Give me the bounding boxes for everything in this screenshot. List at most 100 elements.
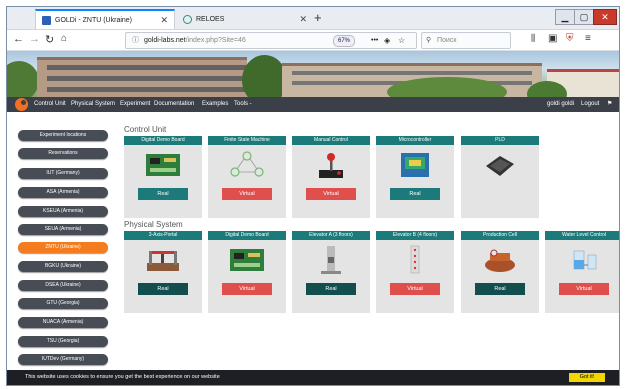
header-banner-image	[7, 51, 619, 97]
sidebar-item-reservations[interactable]: Reservations	[18, 148, 108, 159]
search-input[interactable]: ⚲ Поиск	[421, 32, 511, 49]
tab-reloes[interactable]: RELOES ✕	[177, 9, 313, 29]
joystick-icon	[319, 153, 343, 178]
minimize-button[interactable]: ▁	[555, 9, 575, 25]
user-name[interactable]: goldi goldi	[547, 97, 574, 112]
menu-control-unit[interactable]: Control Unit	[34, 97, 66, 112]
tab-title: GOLDi - ZNTU (Ukraine)	[55, 16, 133, 24]
sidebar-item-bgku[interactable]: BGKU (Ukraine)	[18, 261, 108, 272]
tab-title: RELOES	[196, 15, 225, 23]
reloes-favicon-icon	[183, 14, 192, 24]
url-text: goldi-labs.net/index.php?Site=46	[144, 37, 246, 44]
card-title: 3-Axis-Portal	[124, 231, 202, 240]
goldi-logo-icon[interactable]	[15, 98, 28, 111]
maximize-button[interactable]: ▢	[574, 9, 594, 25]
card-title: Digital Demo Board	[124, 136, 202, 145]
card-digital-demo-board[interactable]: Digital Demo Board Real	[124, 136, 202, 218]
real-button[interactable]: Real	[306, 283, 356, 295]
sidebar-item-iut[interactable]: IUT (Germany)	[18, 168, 108, 179]
menu-tools[interactable]: Tools -	[234, 97, 252, 112]
card-production-cell[interactable]: Production Cell Real	[461, 231, 539, 313]
sidebar-item-gtu[interactable]: GTU (Georgia)	[18, 298, 108, 309]
card-title: Finite State Machine	[208, 136, 286, 145]
real-button[interactable]: Real	[138, 283, 188, 295]
card-manual-control[interactable]: Manual Control Virtual	[292, 136, 370, 218]
sidebar-item-asa[interactable]: ASA (Armenia)	[18, 187, 108, 198]
search-icon: ⚲	[426, 37, 432, 44]
sidebar-item-nuaca[interactable]: NUACA (Armenia)	[18, 317, 108, 328]
new-tab-icon[interactable]: +	[314, 10, 322, 25]
card-title: PLD	[461, 136, 539, 145]
card-elevator-b[interactable]: Elevator B (4 floors) Virtual	[376, 231, 454, 313]
cookie-banner: This website uses cookies to ensure you …	[7, 370, 619, 385]
back-icon[interactable]: ←	[13, 33, 24, 45]
got-it-button[interactable]: Got it!	[569, 373, 605, 382]
card-elevator-a[interactable]: Elevator A (3 floors) Real	[292, 231, 370, 313]
state-diagram-icon	[230, 151, 264, 177]
virtual-button[interactable]: Virtual	[390, 283, 440, 295]
card-title: Production Cell	[461, 231, 539, 240]
zoom-level[interactable]: 67%	[333, 35, 356, 47]
sidebar-item-tsu[interactable]: TSU (Georgia)	[18, 336, 108, 347]
sidebar-toggle-icon[interactable]: ▣	[548, 33, 557, 44]
circuit-board-icon	[230, 249, 264, 271]
card-pld[interactable]: PLD	[461, 136, 539, 218]
real-button[interactable]: Real	[475, 283, 525, 295]
circuit-board-icon	[146, 154, 180, 176]
card-title: Elevator B (4 floors)	[376, 231, 454, 240]
close-tab-icon[interactable]: ✕	[299, 14, 307, 25]
virtual-button[interactable]: Virtual	[559, 283, 609, 295]
card-title: Digital Demo Board	[208, 231, 286, 240]
control-unit-heading: Control Unit	[124, 125, 167, 134]
navigation-bar: ← → ↻ ⌂ ⓘ goldi-labs.net/index.php?Site=…	[7, 30, 619, 51]
card-title: Microcontroller	[376, 136, 454, 145]
menu-physical-system[interactable]: Physical System	[71, 97, 115, 112]
virtual-button[interactable]: Virtual	[222, 283, 272, 295]
virtual-button[interactable]: Virtual	[306, 188, 356, 200]
logout-link[interactable]: Logout	[581, 97, 599, 112]
portal-robot-icon	[147, 251, 179, 271]
sidebar-item-zntu[interactable]: ZNTU (Ukraine)	[18, 242, 108, 253]
cookie-message: This website uses cookies to ensure you …	[25, 374, 220, 380]
tab-goldi-zntu[interactable]: GOLDi - ZNTU (Ukraine) ✕	[35, 9, 175, 29]
water-tank-icon	[573, 250, 597, 270]
sidebar-item-iutdev[interactable]: IUTDev (Germany)	[18, 354, 108, 365]
menu-examples[interactable]: Examples	[202, 97, 228, 112]
menu-experiment[interactable]: Experiment	[120, 97, 150, 112]
card-water-level-control[interactable]: Water Level Control Virtual	[545, 231, 619, 313]
card-digital-demo-board-physical[interactable]: Digital Demo Board Virtual	[208, 231, 286, 313]
elevator-icon	[321, 246, 341, 274]
real-button[interactable]: Real	[138, 188, 188, 200]
info-icon[interactable]: ⓘ	[132, 33, 139, 48]
pocket-icon[interactable]: ◈	[384, 33, 390, 48]
address-bar[interactable]: ⓘ goldi-labs.net/index.php?Site=46 67% •…	[125, 32, 417, 49]
bookmark-star-icon[interactable]: ☆	[398, 33, 405, 48]
virtual-button[interactable]: Virtual	[222, 188, 272, 200]
close-tab-icon[interactable]: ✕	[160, 15, 168, 26]
menu-documentation[interactable]: Documentation	[154, 97, 194, 112]
flag-icon[interactable]: ⚑	[607, 97, 612, 112]
home-icon[interactable]: ⌂	[61, 33, 67, 44]
main-content: Experiment locations Reservations IUT (G…	[7, 112, 619, 370]
sidebar-item-kseua[interactable]: KSEUA (Armenia)	[18, 206, 108, 217]
reload-icon[interactable]: ↻	[45, 33, 54, 46]
forward-icon[interactable]: →	[29, 33, 40, 45]
sidebar-item-seua[interactable]: SEUA (Armenia)	[18, 224, 108, 235]
shield-icon[interactable]: ⛨	[566, 33, 574, 44]
card-finite-state-machine[interactable]: Finite State Machine Virtual	[208, 136, 286, 218]
sidebar-item-dsea[interactable]: DSEA (Ukraine)	[18, 280, 108, 291]
real-button[interactable]: Real	[390, 188, 440, 200]
elevator-icon	[410, 245, 420, 274]
card-3-axis-portal[interactable]: 3-Axis-Portal Real	[124, 231, 202, 313]
card-microcontroller[interactable]: Microcontroller Real	[376, 136, 454, 218]
sidebar-item-experiment-locations[interactable]: Experiment locations	[18, 130, 108, 141]
goldi-favicon-icon	[42, 15, 51, 25]
tab-bar: GOLDi - ZNTU (Ukraine) ✕ RELOES ✕ + ▁ ▢ …	[7, 7, 619, 30]
browser-window: GOLDi - ZNTU (Ukraine) ✕ RELOES ✕ + ▁ ▢ …	[6, 6, 620, 386]
menu-icon[interactable]: ≡	[585, 33, 591, 44]
card-title: Elevator A (3 floors)	[292, 231, 370, 240]
library-icon[interactable]: ⫼	[531, 33, 535, 44]
page-actions-icon[interactable]: •••	[371, 33, 378, 48]
search-placeholder: Поиск	[437, 37, 457, 44]
close-window-button[interactable]: ✕	[593, 9, 617, 25]
